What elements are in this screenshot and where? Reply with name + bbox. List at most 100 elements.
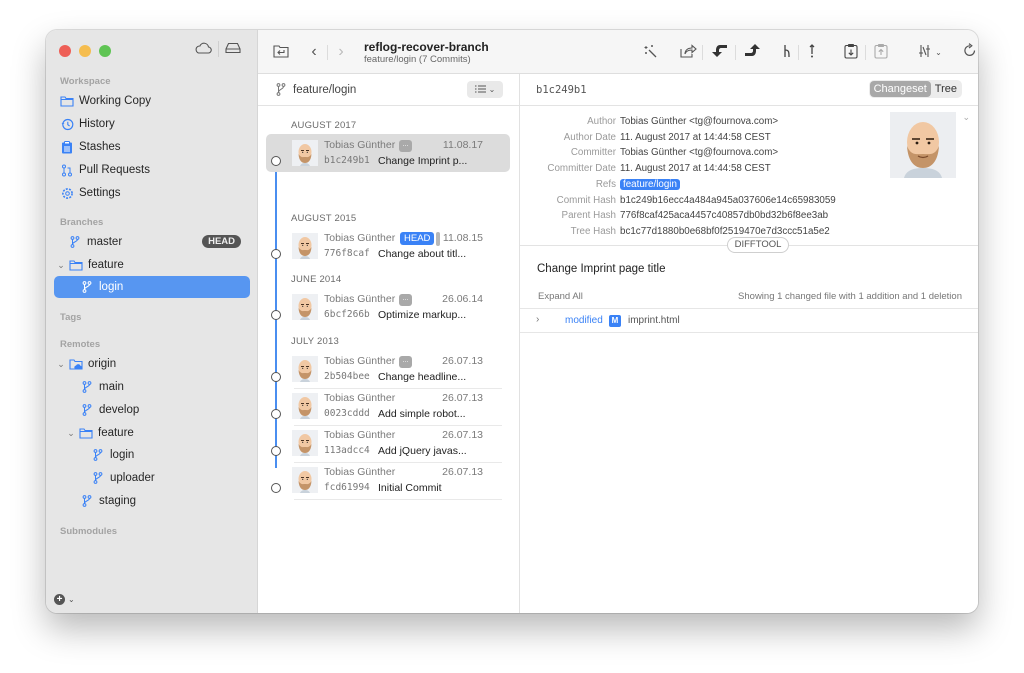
commit-hash: 113adcc4	[324, 445, 370, 456]
short-hash: b1c249b1	[536, 84, 587, 96]
section-submodules: Submodules	[60, 526, 118, 537]
stash-icon	[808, 43, 816, 61]
zoom-window-button[interactable]	[99, 45, 111, 57]
sidebar-item-label: login	[110, 449, 135, 461]
commit-date: 26.06.14	[442, 293, 483, 305]
commit-detail-panel: b1c249b1 Changeset Tree Author Tobias Gün…	[520, 74, 978, 613]
stash-pop-button[interactable]	[872, 41, 890, 63]
drive-icon[interactable]	[225, 42, 241, 57]
sidebar-item-label: Stashes	[79, 141, 121, 153]
detail-header: b1c249b1 Changeset Tree	[520, 74, 978, 106]
commit-row[interactable]: Tobias Günther 26.07.13 0023cddd Add simple…	[266, 387, 510, 425]
meta-value[interactable]: feature/login	[620, 178, 680, 190]
cloud-icon[interactable]	[194, 42, 212, 57]
chevron-right-icon[interactable]: ›	[536, 314, 539, 325]
meta-row: Refs feature/login	[520, 178, 920, 193]
sidebar-item-label: Working Copy	[79, 95, 152, 107]
meta-row: Author Tobias Günther <tg@fournova.com>	[520, 116, 920, 130]
sidebar-remote-branch-develop[interactable]: develop	[54, 399, 250, 421]
commit-message: Change Imprint p...	[378, 155, 468, 167]
tab-tree[interactable]: Tree	[931, 81, 961, 97]
minimize-window-button[interactable]	[79, 45, 91, 57]
tab-changeset[interactable]: Changeset	[869, 81, 931, 97]
commit-date: 11.08.15	[442, 232, 483, 244]
meta-value-text: bc1c77d1880b0e68bf0f2519470e7d3ccc51a5e2	[620, 225, 830, 237]
sidebar-remote-branch-uploader[interactable]: uploader	[54, 467, 250, 489]
gear-icon	[60, 186, 74, 200]
current-branch-label: feature/login	[293, 83, 357, 96]
sidebar-item-history[interactable]: History	[60, 113, 256, 135]
commit-hash: 6bcf266b	[324, 309, 370, 320]
meta-value: 11. August 2017 at 14:44:58 CEST	[620, 132, 771, 143]
back-to-repos-button[interactable]	[272, 41, 290, 63]
filter-menu-button[interactable]: ⌄	[916, 41, 944, 63]
divider	[865, 45, 866, 60]
chevron-down-icon[interactable]: ⌄	[56, 359, 66, 370]
close-window-button[interactable]	[59, 45, 71, 57]
sidebar-remote-origin[interactable]: ⌄ origin	[54, 353, 250, 375]
meta-key: Parent Hash	[561, 210, 616, 222]
sidebar-item-pull-requests[interactable]: Pull Requests	[60, 159, 256, 181]
chevron-down-icon[interactable]: ⌄	[56, 260, 66, 271]
sidebar-item-label: Settings	[79, 187, 121, 199]
meta-value-text: Tobias Günther <tg@fournova.com>	[620, 147, 779, 159]
refresh-icon	[963, 43, 977, 61]
branch-icon	[80, 494, 94, 508]
sidebar-branch-master[interactable]: master HEAD	[54, 231, 250, 253]
branch-icon	[91, 448, 105, 462]
chevron-down-icon: ⌄	[935, 47, 942, 57]
forward-button[interactable]: ›	[335, 41, 347, 63]
more-refs-indicator	[436, 232, 440, 246]
chevron-down-icon[interactable]: ⌄	[66, 428, 76, 439]
sidebar-remote-branch-main[interactable]: main	[54, 376, 250, 398]
meta-row: Tree Hash bc1c77d1880b0e68bf0f2519470e7d3…	[520, 226, 920, 240]
commit-hash: 0023cddd	[324, 408, 370, 419]
more-refs-badge[interactable]: ...	[399, 356, 412, 368]
commit-row[interactable]: Tobias Günther... 26.07.13 2b504bee Change …	[266, 350, 510, 388]
stash-apply-button[interactable]	[842, 41, 860, 63]
view-toggle: Changeset Tree	[868, 80, 962, 98]
sidebar-item-settings[interactable]: Settings	[60, 182, 256, 204]
repository-name: reflog-recover-branch	[364, 40, 489, 54]
refresh-button[interactable]	[961, 41, 978, 63]
push-button[interactable]	[743, 41, 761, 63]
pull-button[interactable]	[710, 41, 728, 63]
more-refs-badge[interactable]: ...	[399, 140, 412, 152]
more-refs-badge[interactable]: ...	[399, 294, 412, 306]
divider	[294, 499, 502, 500]
author-avatar	[292, 356, 318, 382]
sidebar-folder-feature[interactable]: ⌄ feature	[54, 254, 250, 276]
section-branches: Branches	[60, 217, 104, 228]
changed-file-row[interactable]: › modified M imprint.html	[520, 308, 978, 333]
difftool-button[interactable]: DIFFTOOL	[727, 237, 789, 253]
commit-row[interactable]: Tobias Günther HEAD 11.08.15 776f8caf Change…	[266, 227, 510, 265]
stash-button[interactable]	[805, 41, 819, 63]
divider	[218, 41, 219, 57]
magic-wand-button[interactable]	[642, 41, 660, 63]
back-button[interactable]: ‹	[308, 41, 320, 63]
commit-row[interactable]: Tobias Günther... 11.08.17 b1c249b1 Change …	[266, 134, 510, 172]
add-menu-button[interactable]: + ⌄	[54, 594, 75, 605]
sidebar-branch-login[interactable]: login	[54, 276, 250, 298]
sidebar-item-stashes[interactable]: Stashes	[60, 136, 256, 158]
expand-all-button[interactable]: Expand All	[538, 291, 583, 302]
sidebar-remote-branch-staging[interactable]: staging	[54, 490, 250, 512]
ref-tag[interactable]: feature/login	[620, 178, 680, 190]
meta-value: Tobias Günther <tg@fournova.com>	[620, 116, 778, 127]
fetch-button[interactable]	[679, 41, 697, 63]
branch-button[interactable]	[780, 41, 794, 63]
sidebar-item-working-copy[interactable]: Working Copy	[60, 90, 256, 112]
commit-message: Add simple robot...	[378, 408, 466, 420]
sidebar-remote-folder-feature[interactable]: ⌄ feature	[54, 422, 250, 444]
commit-row[interactable]: Tobias Günther 26.07.13 fcd61994 Initial Co…	[266, 461, 510, 499]
chevron-down-icon[interactable]: ⌄	[962, 112, 970, 123]
sidebar-top-icons	[194, 41, 241, 57]
month-header: JULY 2013	[291, 336, 339, 347]
magic-wand-icon	[643, 44, 659, 61]
view-options-button[interactable]: ⌄	[467, 81, 503, 98]
sidebar: Workspace Working Copy History Stashes P…	[46, 30, 258, 613]
commit-row[interactable]: Tobias Günther 26.07.13 113adcc4 Add jQuery…	[266, 424, 510, 462]
commit-row[interactable]: Tobias Günther... 26.06.14 6bcf266b Optimiz…	[266, 288, 510, 326]
section-tags: Tags	[60, 312, 82, 323]
sidebar-remote-branch-login[interactable]: login	[54, 444, 250, 466]
